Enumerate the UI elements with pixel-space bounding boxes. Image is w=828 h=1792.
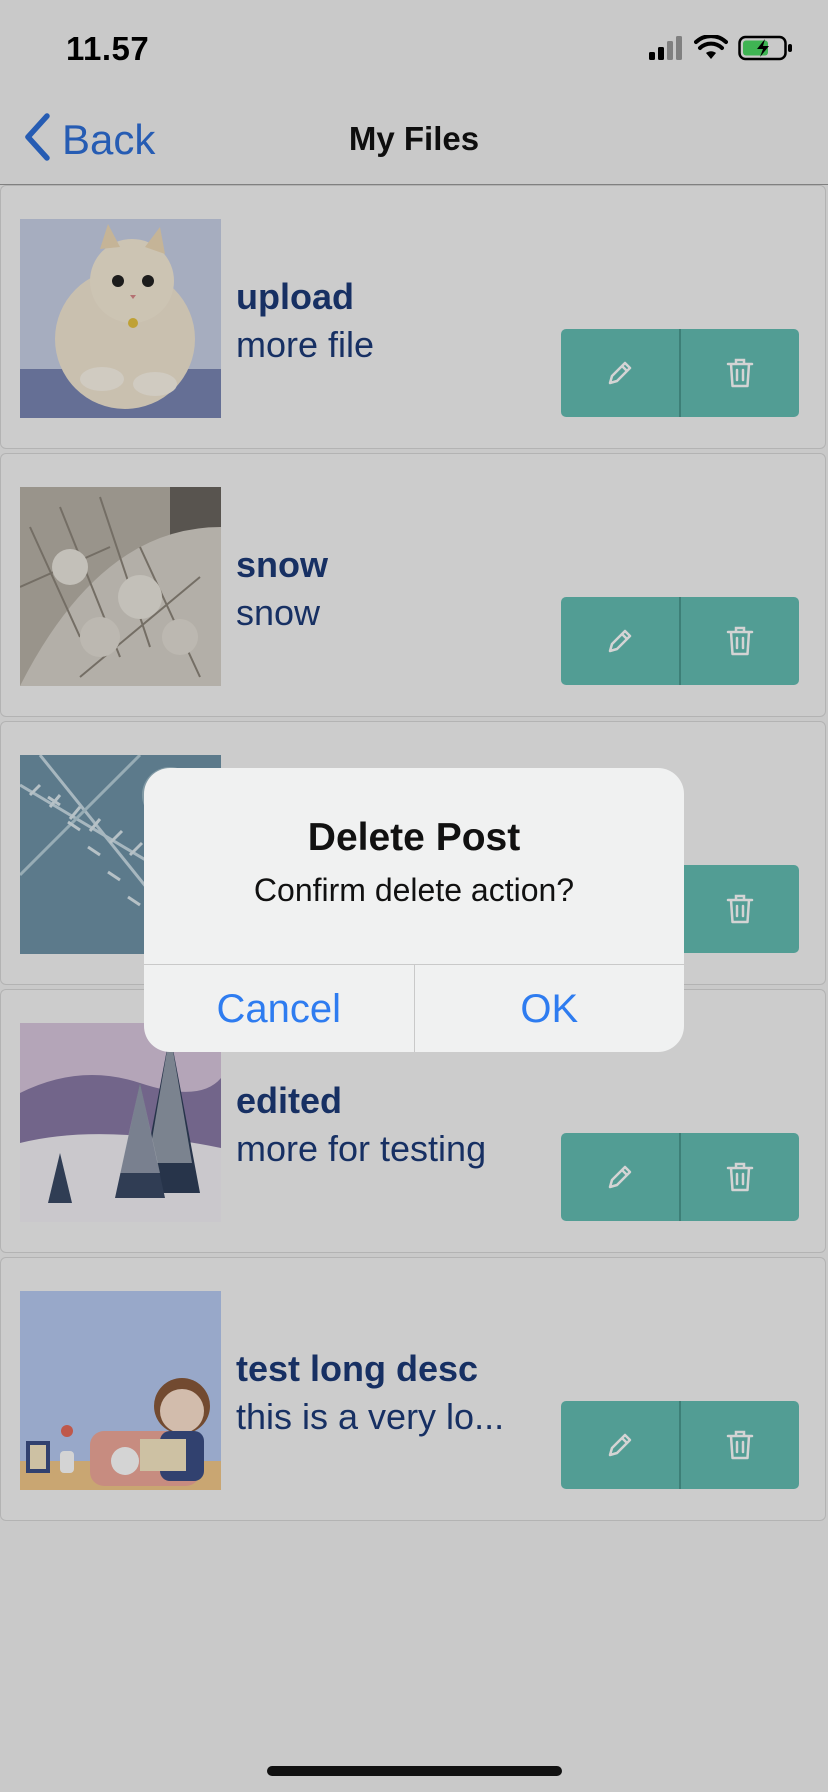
delete-confirm-dialog: Delete Post Confirm delete action? Cance… [144, 768, 684, 1052]
dialog-actions: Cancel OK [144, 964, 684, 1052]
dialog-title: Delete Post [307, 816, 521, 859]
cancel-button[interactable]: Cancel [144, 965, 414, 1052]
home-indicator[interactable] [267, 1766, 562, 1776]
dialog-message: Confirm delete action? [253, 872, 575, 908]
ok-button[interactable]: OK [413, 965, 685, 1052]
